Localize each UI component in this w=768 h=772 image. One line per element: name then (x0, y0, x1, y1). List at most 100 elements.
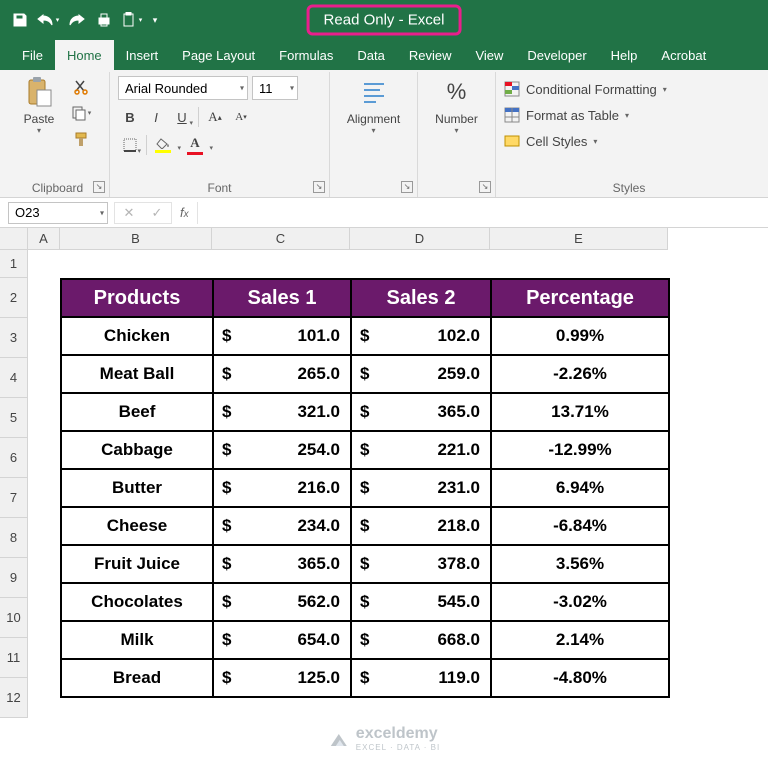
cell-sales1[interactable]: $101.0 (213, 317, 351, 355)
tab-view[interactable]: View (463, 40, 515, 70)
fx-icon[interactable]: fx (172, 205, 197, 220)
enter-formula-icon[interactable]: ✓ (143, 202, 171, 224)
tab-home[interactable]: Home (55, 40, 114, 70)
cell-percentage[interactable]: -4.80% (491, 659, 669, 697)
underline-button[interactable]: U▾ (170, 106, 194, 128)
cell-sales2[interactable]: $668.0 (351, 621, 491, 659)
cell-sales2[interactable]: $102.0 (351, 317, 491, 355)
cell-product[interactable]: Beef (61, 393, 213, 431)
cell-percentage[interactable]: 3.56% (491, 545, 669, 583)
borders-button[interactable]: ▾ (118, 134, 142, 156)
tab-file[interactable]: File (10, 40, 55, 70)
cell-sales1[interactable]: $234.0 (213, 507, 351, 545)
cell-sales1[interactable]: $365.0 (213, 545, 351, 583)
cell-percentage[interactable]: 6.94% (491, 469, 669, 507)
cell-percentage[interactable]: 13.71% (491, 393, 669, 431)
cell-sales2[interactable]: $545.0 (351, 583, 491, 621)
row-header-4[interactable]: 4 (0, 358, 28, 398)
decrease-font-icon[interactable]: A▾ (229, 106, 253, 128)
paste-button[interactable]: Paste ▾ (14, 76, 64, 178)
font-name-combo[interactable]: Arial Rounded ▾ (118, 76, 248, 100)
row-header-10[interactable]: 10 (0, 598, 28, 638)
row-header-6[interactable]: 6 (0, 438, 28, 478)
fill-color-button[interactable]: ▾ (151, 134, 175, 156)
tab-formulas[interactable]: Formulas (267, 40, 345, 70)
row-header-12[interactable]: 12 (0, 678, 28, 718)
cell-sales2[interactable]: $259.0 (351, 355, 491, 393)
bold-button[interactable]: B (118, 106, 142, 128)
tab-help[interactable]: Help (599, 40, 650, 70)
column-header-A[interactable]: A (28, 228, 60, 250)
select-all-corner[interactable] (0, 228, 28, 250)
cell-sales1[interactable]: $254.0 (213, 431, 351, 469)
cell-product[interactable]: Fruit Juice (61, 545, 213, 583)
tab-acrobat[interactable]: Acrobat (649, 40, 718, 70)
cell-percentage[interactable]: -2.26% (491, 355, 669, 393)
cell-sales1[interactable]: $321.0 (213, 393, 351, 431)
row-header-7[interactable]: 7 (0, 478, 28, 518)
alignment-launcher-icon[interactable]: ↘ (401, 181, 413, 193)
column-header-D[interactable]: D (350, 228, 490, 250)
alignment-button[interactable]: Alignment ▾ (349, 76, 399, 195)
format-painter-icon[interactable] (70, 128, 92, 150)
tab-page-layout[interactable]: Page Layout (170, 40, 267, 70)
tab-data[interactable]: Data (345, 40, 396, 70)
cell-sales1[interactable]: $654.0 (213, 621, 351, 659)
row-header-8[interactable]: 8 (0, 518, 28, 558)
cell-product[interactable]: Meat Ball (61, 355, 213, 393)
tab-review[interactable]: Review (397, 40, 464, 70)
cell-sales2[interactable]: $119.0 (351, 659, 491, 697)
cell-sales1[interactable]: $125.0 (213, 659, 351, 697)
cell-sales1[interactable]: $265.0 (213, 355, 351, 393)
cell-product[interactable]: Chocolates (61, 583, 213, 621)
cell-percentage[interactable]: 2.14% (491, 621, 669, 659)
tab-insert[interactable]: Insert (114, 40, 171, 70)
row-header-5[interactable]: 5 (0, 398, 28, 438)
cell-sales1[interactable]: $562.0 (213, 583, 351, 621)
cell-percentage[interactable]: -12.99% (491, 431, 669, 469)
redo-icon[interactable] (64, 8, 88, 32)
cell-sales2[interactable]: $231.0 (351, 469, 491, 507)
row-header-2[interactable]: 2 (0, 278, 28, 318)
cell-percentage[interactable]: -6.84% (491, 507, 669, 545)
cancel-formula-icon[interactable]: ✕ (115, 202, 143, 224)
cell-sales1[interactable]: $216.0 (213, 469, 351, 507)
font-launcher-icon[interactable]: ↘ (313, 181, 325, 193)
column-header-C[interactable]: C (212, 228, 350, 250)
cell-product[interactable]: Chicken (61, 317, 213, 355)
cell-product[interactable]: Bread (61, 659, 213, 697)
number-launcher-icon[interactable]: ↘ (479, 181, 491, 193)
worksheet-grid[interactable]: ABCDE 123456789101112 ProductsSales 1Sal… (0, 228, 768, 772)
conditional-formatting-button[interactable]: Conditional Formatting ▾ (504, 76, 754, 102)
increase-font-icon[interactable]: A▴ (203, 106, 227, 128)
tab-developer[interactable]: Developer (515, 40, 598, 70)
cut-icon[interactable] (70, 76, 92, 98)
paste-dropdown-icon[interactable]: ▾ (120, 8, 144, 32)
undo-icon[interactable]: ▾ (36, 8, 60, 32)
cell-sales2[interactable]: $378.0 (351, 545, 491, 583)
name-box[interactable]: O23 ▾ (8, 202, 108, 224)
cell-product[interactable]: Butter (61, 469, 213, 507)
italic-button[interactable]: I (144, 106, 168, 128)
cell-sales2[interactable]: $221.0 (351, 431, 491, 469)
clipboard-launcher-icon[interactable]: ↘ (93, 181, 105, 193)
font-color-button[interactable]: A ▾ (183, 134, 207, 156)
font-size-combo[interactable]: 11 ▾ (252, 76, 298, 100)
row-header-1[interactable]: 1 (0, 250, 28, 278)
customize-qat-icon[interactable]: ▾ (148, 8, 162, 32)
row-header-9[interactable]: 9 (0, 558, 28, 598)
cell-percentage[interactable]: 0.99% (491, 317, 669, 355)
cell-percentage[interactable]: -3.02% (491, 583, 669, 621)
cell-product[interactable]: Cabbage (61, 431, 213, 469)
row-header-3[interactable]: 3 (0, 318, 28, 358)
format-as-table-button[interactable]: Format as Table ▾ (504, 102, 754, 128)
save-icon[interactable] (8, 8, 32, 32)
formula-input[interactable] (197, 202, 768, 224)
cell-product[interactable]: Cheese (61, 507, 213, 545)
quick-print-icon[interactable] (92, 8, 116, 32)
number-button[interactable]: % Number ▾ (432, 76, 482, 195)
copy-icon[interactable]: ▾ (70, 102, 92, 124)
cell-product[interactable]: Milk (61, 621, 213, 659)
column-header-E[interactable]: E (490, 228, 668, 250)
cell-styles-button[interactable]: Cell Styles ▾ (504, 128, 754, 154)
